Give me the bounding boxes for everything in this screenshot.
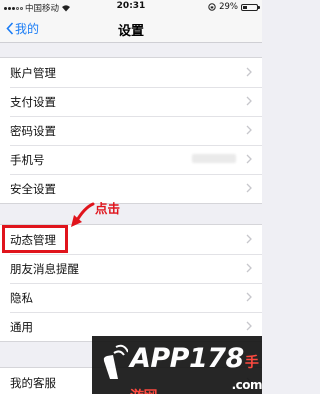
- row-label: 我的客服: [10, 375, 56, 390]
- row-password-settings[interactable]: 密码设置: [0, 116, 262, 145]
- row-label: 支付设置: [10, 94, 56, 109]
- chevron-right-icon: [246, 292, 252, 302]
- row-label: 密码设置: [10, 123, 56, 138]
- battery-percent: 29%: [219, 2, 238, 12]
- chevron-right-icon: [246, 154, 252, 164]
- row-label: 朋友消息提醒: [10, 261, 79, 276]
- phone-value-blurred: [192, 154, 236, 163]
- row-phone-number[interactable]: 手机号: [0, 145, 262, 174]
- chevron-right-icon: [246, 234, 252, 244]
- watermark-logo-icon: [103, 344, 128, 379]
- row-label: 账户管理: [10, 65, 56, 80]
- status-bar: 中国移动 20:31 29%: [0, 0, 262, 14]
- row-label: 手机号: [10, 152, 45, 167]
- settings-group-account: 账户管理 支付设置 密码设置 手机号 安全设置: [0, 57, 262, 204]
- chevron-right-icon: [246, 125, 252, 135]
- row-payment-settings[interactable]: 支付设置: [0, 87, 262, 116]
- chevron-right-icon: [246, 96, 252, 106]
- watermark-brand: APP178: [130, 343, 244, 374]
- watermark-text: APP178手游网 .com: [130, 343, 263, 394]
- status-right: 29%: [208, 2, 260, 12]
- click-annotation: 点击: [95, 201, 121, 216]
- row-label: 安全设置: [10, 181, 56, 196]
- chevron-right-icon: [246, 263, 252, 273]
- battery-fill: [243, 5, 247, 9]
- row-account-management[interactable]: 账户管理: [0, 58, 262, 87]
- highlight-box: [2, 225, 68, 253]
- watermark: APP178手游网 .com: [92, 336, 263, 394]
- row-security-settings[interactable]: 安全设置: [0, 174, 262, 203]
- page-title: 设置: [117, 24, 144, 39]
- chevron-right-icon: [246, 183, 252, 193]
- red-arrow-icon: [71, 202, 95, 227]
- nav-bar: 我的 设置: [0, 14, 262, 43]
- watermark-domain: .com: [231, 378, 263, 392]
- row-friend-notifications[interactable]: 朋友消息提醒: [0, 254, 262, 283]
- battery-icon: [241, 3, 260, 11]
- row-label: 隐私: [10, 290, 33, 305]
- row-privacy[interactable]: 隐私: [0, 283, 262, 312]
- chevron-right-icon: [246, 67, 252, 77]
- rotation-lock-icon: [208, 3, 216, 11]
- chevron-right-icon: [246, 321, 252, 331]
- row-label: 通用: [10, 319, 33, 334]
